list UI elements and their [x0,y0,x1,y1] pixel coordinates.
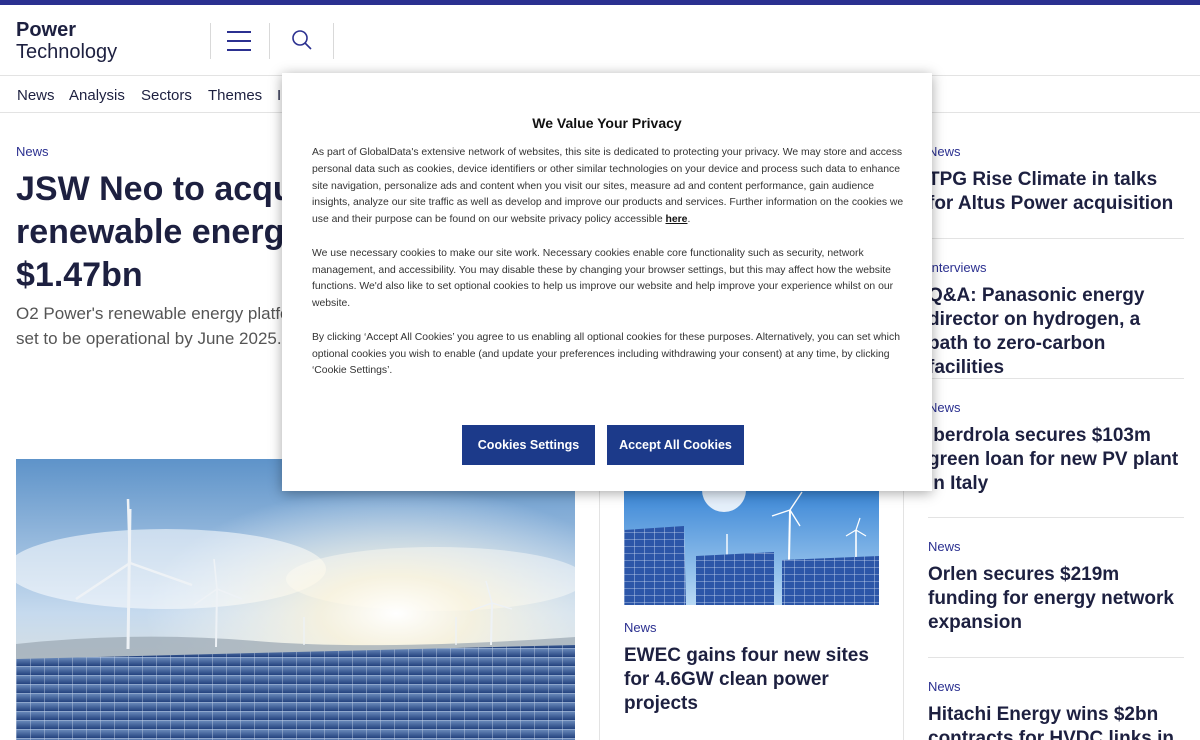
sidebar-article-title[interactable]: TPG Rise Climate in talks for Altus Powe… [928,168,1184,216]
hamburger-menu-icon[interactable] [225,27,253,55]
lead-headline-line: JSW Neo to acqu [16,170,294,208]
sidebar-article-category[interactable]: News [928,144,1184,159]
mid-category[interactable]: News [624,620,657,635]
cookie-dialog-body: As part of GlobalData's extensive networ… [312,145,904,397]
cookie-dialog-title: We Value Your Privacy [532,115,682,131]
nav-item-analysis[interactable]: Analysis [69,87,125,104]
mid-image-solar-wind[interactable] [624,490,879,605]
lead-description-line: O2 Power's renewable energy platfo [16,304,290,323]
cookie-paragraph-3: By clicking ‘Accept All Cookies’ you agr… [312,331,900,377]
nav-item-truncated[interactable]: I [277,87,281,104]
lead-description: O2 Power's renewable energy platfo set t… [16,301,296,351]
sidebar-article-title[interactable]: Hitachi Energy wins $2bn contracts for H… [928,703,1184,740]
lead-category[interactable]: News [16,144,49,159]
mid-headline[interactable]: EWEC gains four new sites for 4.6GW clea… [624,644,884,716]
nav-item-sectors[interactable]: Sectors [141,87,192,104]
cookie-paragraph-1: As part of GlobalData's extensive networ… [312,147,904,226]
sidebar-article-title[interactable]: Q&A: Panasonic energy director on hydrog… [928,284,1184,380]
cookie-paragraph-1-text: As part of GlobalData's extensive networ… [312,147,904,226]
logo-line-2: Technology [16,41,118,63]
sidebar-article-category[interactable]: News [928,539,1184,554]
accept-all-cookies-button[interactable]: Accept All Cookies [607,425,744,465]
cookie-paragraph-2: We use necessary cookies to make our sit… [312,247,894,310]
lead-headline-line: $1.47bn [16,256,143,294]
sidebar-article[interactable]: News Orlen secures $219m funding for ene… [928,539,1184,635]
sidebar-article-title[interactable]: Orlen secures $219m funding for energy n… [928,563,1184,635]
lead-image-solar-wind[interactable] [16,459,575,740]
sidebar-article[interactable]: News Iberdrola secures $103m green loan … [928,400,1184,496]
header-divider [269,23,270,59]
site-header: Power Technology [0,5,1200,75]
nav-item-themes[interactable]: Themes [208,87,262,104]
sidebar-article-category[interactable]: Interviews [928,260,1184,275]
search-icon[interactable] [291,29,315,53]
sidebar-divider [928,378,1184,379]
logo-line-1: Power [16,19,77,41]
sidebar-divider [928,238,1184,239]
lead-headline-line: renewable energy [16,213,304,251]
sidebar-article-title[interactable]: Iberdrola secures $103m green loan for n… [928,424,1184,496]
column-divider [599,459,600,740]
privacy-policy-link[interactable]: here [666,214,688,225]
lead-description-line: set to be operational by June 2025. [16,329,282,348]
header-divider [210,23,211,59]
sidebar-article-category[interactable]: News [928,679,1184,694]
nav-item-news[interactable]: News [17,87,55,104]
sidebar-divider [928,657,1184,658]
sidebar-article[interactable]: Interviews Q&A: Panasonic energy directo… [928,260,1184,380]
header-divider [333,23,334,59]
sidebar-article-category[interactable]: News [928,400,1184,415]
lead-headline[interactable]: JSW Neo to acqu renewable energy $1.47bn [16,168,316,297]
sidebar-article[interactable]: News Hitachi Energy wins $2bn contracts … [928,679,1184,740]
column-divider [903,459,904,740]
cookies-settings-button[interactable]: Cookies Settings [462,425,595,465]
site-logo[interactable]: Power Technology [16,19,117,63]
sidebar-article[interactable]: News TPG Rise Climate in talks for Altus… [928,144,1184,216]
sidebar-divider [928,517,1184,518]
cookie-consent-dialog: We Value Your Privacy As part of GlobalD… [282,73,932,491]
